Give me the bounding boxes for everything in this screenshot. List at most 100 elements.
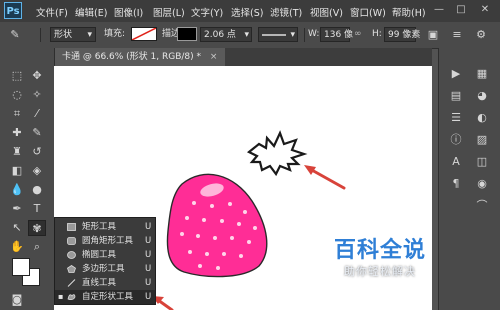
- stroke-type-select[interactable]: ▾: [258, 27, 298, 42]
- paint-bucket-tool-icon[interactable]: ◈: [28, 163, 46, 179]
- menu-image[interactable]: 图像(I): [114, 5, 143, 19]
- brush-tool-icon[interactable]: ✎: [28, 125, 46, 141]
- character-icon[interactable]: A: [447, 154, 465, 170]
- crop-tool-icon[interactable]: ⌗: [8, 106, 26, 122]
- flyout-shortcut: U: [145, 292, 152, 302]
- gear-icon[interactable]: ⚙: [472, 27, 490, 43]
- menu-select[interactable]: 选择(S): [231, 5, 263, 19]
- height-input[interactable]: 99 像素: [384, 27, 420, 42]
- move-tool-icon[interactable]: ✥: [28, 68, 46, 84]
- starburst-shape: [246, 130, 308, 177]
- ellipse-icon: [67, 251, 76, 259]
- height-label: H:: [372, 29, 382, 39]
- rectangle-icon: [67, 223, 76, 231]
- healing-brush-tool-icon[interactable]: ✚: [8, 125, 26, 141]
- path-selection-tool-icon[interactable]: ↖: [8, 220, 26, 236]
- swatches-icon[interactable]: ▦: [473, 66, 491, 82]
- stroke-line-icon: [262, 34, 286, 36]
- document-tab-title: 卡通 @ 66.6% (形状 1, RGB/8) *: [62, 52, 202, 62]
- rounded-rectangle-icon: [67, 237, 76, 245]
- eraser-tool-icon[interactable]: ◧: [8, 163, 26, 179]
- flyout-shortcut: U: [145, 264, 152, 274]
- histogram-icon[interactable]: ▤: [447, 88, 465, 104]
- layers-icon[interactable]: ◫: [473, 154, 491, 170]
- flyout-shortcut: U: [145, 236, 152, 246]
- options-bar: ✎ 形状 ▾ 填充: 描边: 2.06 点 ▾ ▾ W: 136 像 ∞ H: …: [0, 22, 500, 49]
- history-icon[interactable]: ☰: [447, 110, 465, 126]
- menu-edit[interactable]: 编辑(E): [75, 5, 107, 19]
- paragraph-icon[interactable]: ¶: [447, 176, 465, 192]
- flyout-label: 自定形状工具: [82, 292, 134, 302]
- menu-help[interactable]: 帮助(H): [392, 5, 426, 19]
- fill-swatch[interactable]: [131, 27, 157, 41]
- polygon-icon: [67, 265, 76, 273]
- watermark-subtitle: 助你轻松解决: [344, 265, 416, 278]
- channels-icon[interactable]: ◉: [473, 176, 491, 192]
- close-window-button[interactable]: ✕: [476, 2, 494, 18]
- minimize-button[interactable]: —: [430, 2, 448, 18]
- flyout-item-custom-shape[interactable]: ▪ 自定形状工具 U: [55, 290, 155, 304]
- history-brush-tool-icon[interactable]: ↺: [28, 144, 46, 160]
- type-tool-icon[interactable]: T: [28, 201, 46, 217]
- photoshop-logo: Ps: [4, 2, 22, 19]
- flyout-shortcut: U: [145, 222, 152, 232]
- width-input[interactable]: 136 像: [320, 27, 353, 42]
- lasso-tool-icon[interactable]: ◌: [8, 87, 26, 103]
- info-icon[interactable]: ⓘ: [447, 132, 465, 148]
- chevron-down-icon: ▾: [244, 30, 249, 40]
- pen-tool-icon[interactable]: ✒: [8, 201, 26, 217]
- custom-shape-tool-preset-icon[interactable]: ✎: [6, 27, 24, 43]
- tool-mode-select[interactable]: 形状 ▾: [50, 27, 96, 42]
- menu-view[interactable]: 视图(V): [310, 5, 343, 19]
- flyout-item-ellipse[interactable]: 椭圆工具 U: [55, 248, 155, 262]
- path-alignment-icon[interactable]: ≡: [448, 27, 466, 43]
- foreground-color-swatch[interactable]: [12, 258, 30, 276]
- width-label: W:: [308, 29, 320, 39]
- chevron-down-icon: ▾: [290, 30, 295, 40]
- marquee-tool-icon[interactable]: ⬚: [8, 68, 26, 84]
- color-wheel-icon[interactable]: ◕: [473, 88, 491, 104]
- magic-wand-tool-icon[interactable]: ✧: [28, 87, 46, 103]
- flyout-item-rectangle[interactable]: 矩形工具 U: [55, 220, 155, 234]
- dodge-tool-icon[interactable]: ●: [28, 182, 46, 198]
- flyout-item-polygon[interactable]: 多边形工具 U: [55, 262, 155, 276]
- custom-shape-tool-icon[interactable]: ✾: [28, 220, 46, 236]
- separator: [40, 28, 41, 42]
- menu-filter[interactable]: 滤镜(T): [270, 5, 302, 19]
- flyout-label: 圆角矩形工具: [82, 236, 134, 246]
- tool-mode-value: 形状: [54, 30, 73, 40]
- close-tab-icon[interactable]: ×: [210, 52, 218, 62]
- quick-mask-icon[interactable]: ◙: [8, 292, 26, 308]
- path-operations-icon[interactable]: ▣: [424, 27, 442, 43]
- stroke-swatch[interactable]: [177, 27, 197, 41]
- flyout-item-rounded-rectangle[interactable]: 圆角矩形工具 U: [55, 234, 155, 248]
- adjustments-icon[interactable]: ◐: [473, 110, 491, 126]
- menu-bar: Ps 文件(F) 编辑(E) 图像(I) 图层(L) 文字(Y) 选择(S) 滤…: [0, 0, 500, 22]
- watermark: 百科全说 助你轻松解决: [330, 232, 460, 288]
- paths-icon[interactable]: ⌒: [473, 198, 491, 214]
- flyout-label: 矩形工具: [82, 222, 117, 232]
- fill-label: 填充:: [104, 29, 126, 39]
- menu-window[interactable]: 窗口(W): [350, 5, 386, 19]
- eyedropper-tool-icon[interactable]: ⁄: [28, 106, 46, 122]
- stroke-width-input[interactable]: 2.06 点 ▾: [200, 27, 252, 42]
- play-icon[interactable]: ▶: [447, 66, 465, 82]
- maximize-button[interactable]: □: [452, 2, 470, 18]
- flyout-shortcut: U: [145, 250, 152, 260]
- menu-file[interactable]: 文件(F): [36, 5, 68, 19]
- red-arrow-starburst: [308, 167, 346, 190]
- link-icon[interactable]: ∞: [354, 27, 362, 42]
- stroke-width-value: 2.06 点: [204, 30, 236, 40]
- menu-type[interactable]: 文字(Y): [191, 5, 223, 19]
- blur-tool-icon[interactable]: 💧: [8, 182, 26, 198]
- hand-tool-icon[interactable]: ✋: [8, 239, 26, 255]
- chevron-down-icon: ▾: [87, 30, 92, 40]
- styles-icon[interactable]: ▨: [473, 132, 491, 148]
- flyout-item-line[interactable]: 直线工具 U: [55, 276, 155, 290]
- menu-layer[interactable]: 图层(L): [153, 5, 185, 19]
- flyout-label: 直线工具: [82, 278, 117, 288]
- document-tab[interactable]: 卡通 @ 66.6% (形状 1, RGB/8) * ×: [54, 48, 226, 66]
- selected-marker: ▪: [58, 292, 64, 301]
- zoom-tool-icon[interactable]: ⌕: [28, 239, 46, 255]
- clone-stamp-tool-icon[interactable]: ♜: [8, 144, 26, 160]
